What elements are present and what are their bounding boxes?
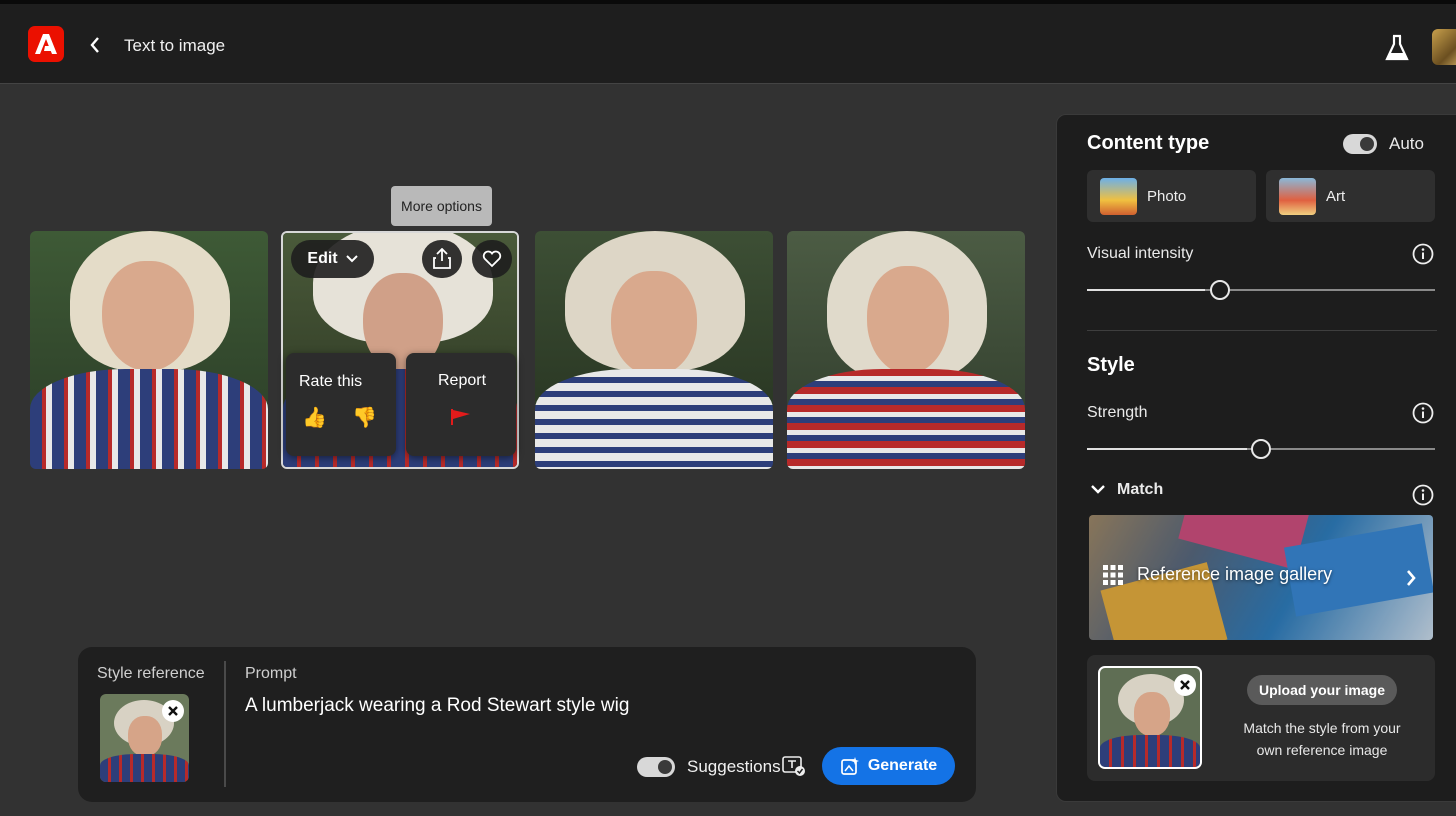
visual-intensity-slider[interactable]	[1210, 280, 1230, 300]
upload-reference-card: Upload your image Match the style from y…	[1087, 655, 1435, 781]
heart-icon	[482, 250, 502, 268]
divider	[1087, 330, 1437, 331]
top-bar: Text to image	[0, 0, 1456, 84]
page-title: Text to image	[124, 36, 226, 55]
generated-image-1[interactable]	[30, 231, 268, 469]
prompt-label: Prompt	[245, 665, 297, 682]
content-type-title: Content type	[1087, 132, 1210, 154]
style-reference-label: Style reference	[97, 665, 205, 682]
balloon-art-icon	[1279, 177, 1316, 215]
sparkle-image-icon	[840, 757, 859, 775]
chevron-right-icon	[1407, 570, 1416, 586]
gallery-label: Reference image gallery	[1137, 564, 1333, 584]
balloon-photo-icon	[1100, 177, 1137, 215]
flag-icon	[451, 409, 470, 425]
report-label: Report	[438, 372, 487, 389]
chevron-down-icon	[345, 255, 358, 263]
text-check-icon[interactable]	[782, 755, 806, 777]
rate-label: Rate this	[299, 373, 363, 390]
grid-icon	[1103, 565, 1123, 585]
style-reference-thumbnail[interactable]	[100, 694, 189, 782]
avatar[interactable]	[1432, 29, 1456, 65]
share-icon	[433, 248, 451, 269]
remove-reference-icon[interactable]	[1174, 674, 1196, 696]
strength-fill	[1087, 448, 1247, 450]
reference-image-gallery[interactable]: Reference image gallery	[1089, 515, 1433, 640]
thumbs-up-icon[interactable]: 👍	[302, 405, 327, 430]
generated-image-4[interactable]	[787, 231, 1025, 469]
back-chevron-icon[interactable]	[84, 32, 106, 58]
auto-toggle[interactable]	[1343, 134, 1377, 154]
strength-label: Strength	[1087, 404, 1148, 421]
auto-label: Auto	[1389, 134, 1424, 153]
favorite-button[interactable]	[472, 240, 512, 278]
edit-dropdown-button[interactable]: Edit	[291, 240, 374, 278]
generated-image-3[interactable]	[535, 231, 773, 469]
match-label[interactable]: Match	[1117, 481, 1163, 499]
strength-slider[interactable]	[1251, 439, 1271, 459]
visual-intensity-fill	[1087, 289, 1205, 291]
more-options-tooltip: More options	[391, 186, 492, 226]
share-button[interactable]	[422, 240, 462, 278]
divider	[224, 661, 226, 787]
generate-button[interactable]: Generate	[822, 747, 955, 785]
remove-style-reference-icon[interactable]	[162, 700, 184, 722]
settings-panel: Content type Auto Photo Art Visual inten…	[1056, 114, 1456, 802]
prompt-bar: Style reference Prompt A lumberjack wear…	[78, 647, 976, 802]
rate-this-card: Rate this 👍 👎	[286, 353, 396, 456]
flask-icon[interactable]	[1384, 34, 1410, 62]
adobe-logo-icon[interactable]	[28, 26, 64, 62]
content-type-art[interactable]: Art	[1266, 170, 1435, 222]
upload-image-button[interactable]: Upload your image	[1247, 675, 1397, 705]
style-title: Style	[1087, 354, 1135, 376]
thumbs-down-icon[interactable]: 👎	[352, 405, 377, 430]
info-icon[interactable]	[1412, 243, 1434, 265]
upload-description: Match the style from your own reference …	[1243, 720, 1401, 758]
suggestions-toggle[interactable]	[637, 757, 675, 777]
prompt-input[interactable]: A lumberjack wearing a Rod Stewart style…	[245, 695, 629, 717]
info-icon[interactable]	[1412, 402, 1434, 424]
report-card[interactable]: Report	[406, 353, 516, 456]
content-type-photo[interactable]: Photo	[1087, 170, 1256, 222]
suggestions-label: Suggestions	[687, 757, 781, 776]
chevron-down-icon[interactable]	[1090, 483, 1106, 495]
visual-intensity-label: Visual intensity	[1087, 245, 1194, 262]
info-icon[interactable]	[1412, 484, 1434, 506]
uploaded-reference-thumbnail[interactable]	[1098, 666, 1202, 769]
